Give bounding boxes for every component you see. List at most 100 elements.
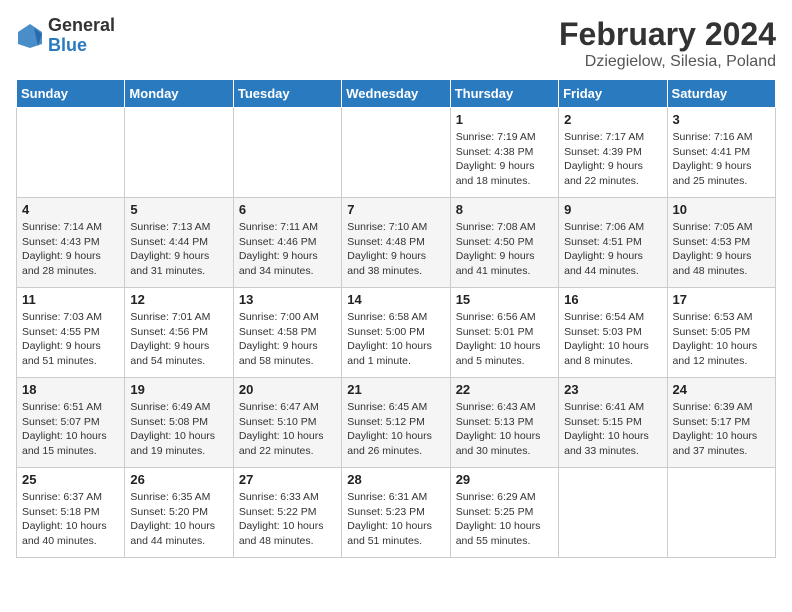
- cell-info-text: Sunrise: 6:56 AM Sunset: 5:01 PM Dayligh…: [456, 310, 553, 369]
- calendar-cell: 8Sunrise: 7:08 AM Sunset: 4:50 PM Daylig…: [450, 198, 558, 288]
- calendar-week-row: 25 Sunrise: 6:37 AM Sunset: 5:18 PM Dayli…: [17, 468, 776, 558]
- calendar-cell: 25 Sunrise: 6:37 AM Sunset: 5:18 PM Dayli…: [17, 468, 125, 558]
- cell-date-number: 16: [564, 292, 661, 307]
- cell-info-text: Sunrise: 6:47 AM Sunset: 5:10 PM Dayligh…: [239, 400, 336, 459]
- cell-info-text: Sunrise: 6:51 AM Sunset: 5:07 PM Dayligh…: [22, 400, 119, 459]
- cell-info-text: Sunrise: 6:41 AM Sunset: 5:15 PM Dayligh…: [564, 400, 661, 459]
- logo-general-text: General: [48, 15, 115, 35]
- cell-date-number: 14: [347, 292, 444, 307]
- calendar-cell: 23 Sunrise: 6:41 AM Sunset: 5:15 PM Dayli…: [559, 378, 667, 468]
- cell-date-number: 1: [456, 112, 553, 127]
- cell-info-text: Sunrise: 6:37 AM Sunset: 5:18 PM Dayligh…: [22, 490, 119, 549]
- logo-blue-text: Blue: [48, 35, 87, 55]
- cell-info-text: Sunrise: 7:06 AM Sunset: 4:51 PM Dayligh…: [564, 220, 661, 279]
- cell-date-number: 12: [130, 292, 227, 307]
- calendar-week-row: 4 Sunrise: 7:14 AM Sunset: 4:43 PM Daylig…: [17, 198, 776, 288]
- calendar-week-row: 18 Sunrise: 6:51 AM Sunset: 5:07 PM Dayli…: [17, 378, 776, 468]
- calendar-cell: 14 Sunrise: 6:58 AM Sunset: 5:00 PM Dayli…: [342, 288, 450, 378]
- page-title: February 2024: [559, 16, 776, 53]
- cell-info-text: Sunrise: 6:35 AM Sunset: 5:20 PM Dayligh…: [130, 490, 227, 549]
- calendar-cell: 17 Sunrise: 6:53 AM Sunset: 5:05 PM Dayli…: [667, 288, 775, 378]
- calendar-cell: 10 Sunrise: 7:05 AM Sunset: 4:53 PM Dayli…: [667, 198, 775, 288]
- cell-info-text: Sunrise: 7:01 AM Sunset: 4:56 PM Dayligh…: [130, 310, 227, 369]
- calendar-week-row: 11 Sunrise: 7:03 AM Sunset: 4:55 PM Dayli…: [17, 288, 776, 378]
- cell-info-text: Sunrise: 7:00 AM Sunset: 4:58 PM Dayligh…: [239, 310, 336, 369]
- cell-info-text: Sunrise: 6:49 AM Sunset: 5:08 PM Dayligh…: [130, 400, 227, 459]
- calendar-cell: 6 Sunrise: 7:11 AM Sunset: 4:46 PM Daylig…: [233, 198, 341, 288]
- calendar-cell: 5 Sunrise: 7:13 AM Sunset: 4:44 PM Daylig…: [125, 198, 233, 288]
- cell-info-text: Sunrise: 6:53 AM Sunset: 5:05 PM Dayligh…: [673, 310, 770, 369]
- cell-info-text: Sunrise: 7:14 AM Sunset: 4:43 PM Dayligh…: [22, 220, 119, 279]
- cell-info-text: Sunrise: 7:11 AM Sunset: 4:46 PM Dayligh…: [239, 220, 336, 279]
- weekday-header-saturday: Saturday: [667, 80, 775, 108]
- cell-date-number: 11: [22, 292, 119, 307]
- weekday-header-friday: Friday: [559, 80, 667, 108]
- cell-date-number: 26: [130, 472, 227, 487]
- calendar-cell: 26 Sunrise: 6:35 AM Sunset: 5:20 PM Dayli…: [125, 468, 233, 558]
- weekday-header-row: SundayMondayTuesdayWednesdayThursdayFrid…: [17, 80, 776, 108]
- cell-info-text: Sunrise: 6:43 AM Sunset: 5:13 PM Dayligh…: [456, 400, 553, 459]
- cell-date-number: 25: [22, 472, 119, 487]
- cell-date-number: 17: [673, 292, 770, 307]
- calendar-cell: 18 Sunrise: 6:51 AM Sunset: 5:07 PM Dayli…: [17, 378, 125, 468]
- calendar-cell: [17, 108, 125, 198]
- calendar-cell: 22 Sunrise: 6:43 AM Sunset: 5:13 PM Dayli…: [450, 378, 558, 468]
- weekday-header-monday: Monday: [125, 80, 233, 108]
- calendar-cell: 12 Sunrise: 7:01 AM Sunset: 4:56 PM Dayli…: [125, 288, 233, 378]
- logo-icon: [16, 22, 44, 50]
- cell-date-number: 13: [239, 292, 336, 307]
- calendar-cell: 27Sunrise: 6:33 AM Sunset: 5:22 PM Dayli…: [233, 468, 341, 558]
- logo: General Blue: [16, 16, 115, 56]
- header: General Blue February 2024 Dziegielow, S…: [16, 16, 776, 71]
- calendar-cell: [559, 468, 667, 558]
- cell-date-number: 27: [239, 472, 336, 487]
- page-subtitle: Dziegielow, Silesia, Poland: [559, 53, 776, 71]
- cell-date-number: 23: [564, 382, 661, 397]
- calendar-cell: 2 Sunrise: 7:17 AM Sunset: 4:39 PM Daylig…: [559, 108, 667, 198]
- cell-date-number: 22: [456, 382, 553, 397]
- cell-info-text: Sunrise: 7:16 AM Sunset: 4:41 PM Dayligh…: [673, 130, 770, 189]
- calendar-cell: [233, 108, 341, 198]
- cell-date-number: 18: [22, 382, 119, 397]
- cell-date-number: 8: [456, 202, 553, 217]
- calendar-cell: 9 Sunrise: 7:06 AM Sunset: 4:51 PM Daylig…: [559, 198, 667, 288]
- calendar-table: SundayMondayTuesdayWednesdayThursdayFrid…: [16, 79, 776, 558]
- weekday-header-tuesday: Tuesday: [233, 80, 341, 108]
- calendar-cell: 15Sunrise: 6:56 AM Sunset: 5:01 PM Dayli…: [450, 288, 558, 378]
- weekday-header-sunday: Sunday: [17, 80, 125, 108]
- cell-date-number: 2: [564, 112, 661, 127]
- cell-date-number: 21: [347, 382, 444, 397]
- cell-date-number: 5: [130, 202, 227, 217]
- calendar-cell: [125, 108, 233, 198]
- cell-date-number: 9: [564, 202, 661, 217]
- cell-date-number: 29: [456, 472, 553, 487]
- calendar-cell: 4 Sunrise: 7:14 AM Sunset: 4:43 PM Daylig…: [17, 198, 125, 288]
- cell-info-text: Sunrise: 7:19 AM Sunset: 4:38 PM Dayligh…: [456, 130, 553, 189]
- cell-info-text: Sunrise: 7:13 AM Sunset: 4:44 PM Dayligh…: [130, 220, 227, 279]
- cell-date-number: 6: [239, 202, 336, 217]
- cell-info-text: Sunrise: 6:58 AM Sunset: 5:00 PM Dayligh…: [347, 310, 444, 369]
- cell-info-text: Sunrise: 7:03 AM Sunset: 4:55 PM Dayligh…: [22, 310, 119, 369]
- cell-info-text: Sunrise: 6:39 AM Sunset: 5:17 PM Dayligh…: [673, 400, 770, 459]
- calendar-cell: 28Sunrise: 6:31 AM Sunset: 5:23 PM Dayli…: [342, 468, 450, 558]
- cell-date-number: 20: [239, 382, 336, 397]
- calendar-body: 1 Sunrise: 7:19 AM Sunset: 4:38 PM Daylig…: [17, 108, 776, 558]
- title-block: February 2024 Dziegielow, Silesia, Polan…: [559, 16, 776, 71]
- cell-date-number: 7: [347, 202, 444, 217]
- cell-date-number: 10: [673, 202, 770, 217]
- cell-date-number: 28: [347, 472, 444, 487]
- cell-info-text: Sunrise: 7:05 AM Sunset: 4:53 PM Dayligh…: [673, 220, 770, 279]
- cell-info-text: Sunrise: 7:17 AM Sunset: 4:39 PM Dayligh…: [564, 130, 661, 189]
- calendar-cell: 11 Sunrise: 7:03 AM Sunset: 4:55 PM Dayli…: [17, 288, 125, 378]
- cell-info-text: Sunrise: 6:29 AM Sunset: 5:25 PM Dayligh…: [456, 490, 553, 549]
- weekday-header-wednesday: Wednesday: [342, 80, 450, 108]
- calendar-cell: 7 Sunrise: 7:10 AM Sunset: 4:48 PM Daylig…: [342, 198, 450, 288]
- cell-info-text: Sunrise: 6:45 AM Sunset: 5:12 PM Dayligh…: [347, 400, 444, 459]
- calendar-cell: 21 Sunrise: 6:45 AM Sunset: 5:12 PM Dayli…: [342, 378, 450, 468]
- calendar-cell: 16Sunrise: 6:54 AM Sunset: 5:03 PM Dayli…: [559, 288, 667, 378]
- cell-date-number: 4: [22, 202, 119, 217]
- cell-info-text: Sunrise: 7:10 AM Sunset: 4:48 PM Dayligh…: [347, 220, 444, 279]
- calendar-cell: 20 Sunrise: 6:47 AM Sunset: 5:10 PM Dayli…: [233, 378, 341, 468]
- calendar-cell: 24Sunrise: 6:39 AM Sunset: 5:17 PM Dayli…: [667, 378, 775, 468]
- calendar-cell: 29 Sunrise: 6:29 AM Sunset: 5:25 PM Dayli…: [450, 468, 558, 558]
